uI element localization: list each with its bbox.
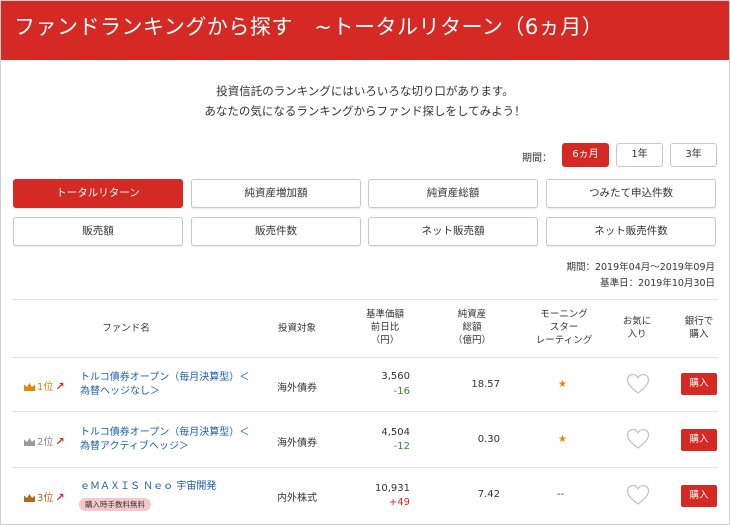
column-header-assets: 純資産 総額 （億円） xyxy=(452,309,491,346)
net-assets: 18.57 xyxy=(471,379,500,390)
column-header-target: 投資対象 xyxy=(277,323,316,334)
divider xyxy=(12,299,718,300)
category-tab-net-asset-increase[interactable]: 純資産増加額 xyxy=(191,179,361,208)
intro-text-line-2: あなたの気になるランキングからファンド探しをしてみよう！ xyxy=(204,104,526,118)
base-price: 3,560 xyxy=(381,371,410,382)
fund-name-link[interactable]: トルコ債券オープン（毎月決算型）＜ 為替アクティブヘッジ＞ xyxy=(80,426,249,454)
price-change: -12 xyxy=(393,441,410,452)
period-button-3y[interactable]: 3年 xyxy=(670,143,717,167)
commission-free-badge: 購入時手数料無料 xyxy=(79,498,151,511)
base-price: 4,504 xyxy=(381,427,410,438)
investment-target: 内外株式 xyxy=(277,493,317,504)
price-change: -16 xyxy=(393,386,410,397)
heart-icon[interactable] xyxy=(626,428,650,450)
buy-button[interactable]: 購入 xyxy=(681,373,717,395)
arrow-up-right-icon: ↗ xyxy=(55,491,65,504)
period-button-6m[interactable]: 6ヵ月 xyxy=(562,143,609,167)
page-header: ファンドランキングから探す ~トータルリターン（6ヵ月） xyxy=(1,1,729,60)
column-header-morningstar: モーニング スター レーティング xyxy=(535,309,593,346)
arrow-up-right-icon: ↗ xyxy=(55,380,65,393)
crown-icon xyxy=(24,438,35,446)
buy-button[interactable]: 購入 xyxy=(681,429,717,451)
fund-name-link[interactable]: ｅＭＡＸＩＳ Ｎｅｏ 宇宙開発 xyxy=(80,480,216,494)
column-header-favorite: お気に 入り xyxy=(622,316,652,340)
arrow-up-right-icon: ↗ xyxy=(55,435,65,448)
base-price: 10,931 xyxy=(375,483,410,494)
category-tab-net-assets[interactable]: 純資産総額 xyxy=(368,179,538,208)
crown-icon xyxy=(24,494,35,502)
category-tab-total-return[interactable]: トータルリターン xyxy=(13,179,183,208)
buy-button[interactable]: 購入 xyxy=(681,485,717,507)
divider xyxy=(12,357,718,358)
heart-icon[interactable] xyxy=(626,484,650,506)
fund-name-link[interactable]: トルコ債券オープン（毎月決算型）＜ 為替ヘッジなし＞ xyxy=(80,371,249,399)
investment-target: 海外債券 xyxy=(277,383,317,394)
base-date: 基準日：2019年10月30日 xyxy=(600,278,715,289)
ranking-period: 期間：2019年04月～2019年09月 xyxy=(566,262,715,273)
category-tab-sales-count[interactable]: 販売件数 xyxy=(191,217,361,246)
page-title: ファンドランキングから探す ~トータルリターン（6ヵ月） xyxy=(14,15,604,39)
intro-text-line-1: 投資信託のランキングにはいろいろな切り口があります。 xyxy=(216,84,514,98)
rating-star-icon: ★ xyxy=(558,379,567,390)
rank-badge: 2位 ↗ xyxy=(24,433,65,448)
category-tab-tsumitate-count[interactable]: つみたて申込件数 xyxy=(546,179,716,208)
period-label: 期間： xyxy=(522,153,552,164)
rating-none: -- xyxy=(557,489,565,500)
investment-target: 海外債券 xyxy=(277,438,317,449)
column-header-fund-name: ファンド名 xyxy=(102,323,150,334)
rank-badge: 3位 ↗ xyxy=(24,489,65,504)
rating-star-icon: ★ xyxy=(558,434,567,445)
divider xyxy=(12,411,718,412)
rank-badge: 1位 ↗ xyxy=(24,378,65,393)
category-tab-net-sales-count[interactable]: ネット販売件数 xyxy=(546,217,716,246)
price-change: +49 xyxy=(388,497,410,508)
divider xyxy=(12,467,718,468)
column-header-buy: 銀行で 購入 xyxy=(684,316,714,340)
heart-icon[interactable] xyxy=(626,373,650,395)
category-tab-net-sales-amount[interactable]: ネット販売額 xyxy=(368,217,538,246)
column-header-price: 基準価額 前日比 （円） xyxy=(365,309,404,346)
category-tab-sales-amount[interactable]: 販売額 xyxy=(13,217,183,246)
period-button-1y[interactable]: 1年 xyxy=(616,143,663,167)
net-assets: 0.30 xyxy=(477,434,500,445)
net-assets: 7.42 xyxy=(477,489,500,500)
crown-icon xyxy=(24,383,35,391)
